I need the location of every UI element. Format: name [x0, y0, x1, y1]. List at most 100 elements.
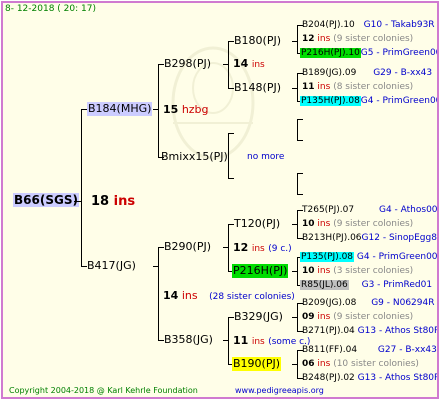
- b298-suffix: ins: [251, 60, 265, 70]
- g4-code: G4 - PrimGreen00: [356, 252, 438, 262]
- g4-row: B209(JG).08 G9 - N06294R: [302, 297, 435, 309]
- b190-suffix: ins: [317, 359, 331, 369]
- g4-code: G29 - B-xx43: [373, 68, 433, 78]
- connector: [228, 178, 234, 179]
- b184-suffix: hzbg: [181, 103, 209, 116]
- g4-row: P135H(PJ).08G4 - PrimGreen00: [300, 95, 437, 107]
- b290-note: (9 c.): [268, 244, 292, 254]
- b298-num: 14: [233, 57, 249, 70]
- connector: [158, 64, 159, 157]
- g4-name: B209(JG).08: [302, 298, 357, 308]
- bmixx-note: no more: [247, 152, 285, 162]
- g4-name: B204(PJ).10: [302, 20, 355, 30]
- g4-code: G9 - N06294R: [371, 298, 435, 308]
- g4-row: B213H(PJ).06G12 - SinopEgg86R: [302, 232, 437, 244]
- root-suffix: ins: [113, 194, 136, 209]
- connector: [223, 64, 229, 65]
- b298-info: 14 ins: [233, 57, 265, 71]
- root-node: B66(SGS): [13, 193, 79, 207]
- connector: [297, 140, 303, 141]
- b290-info: 12 ins (9 c.): [233, 241, 292, 255]
- g4-row: B271(PJ).04 G13 - Athos St80R: [302, 325, 439, 337]
- connector: [228, 133, 229, 179]
- b329-note: (9 sister colonies): [333, 312, 414, 322]
- node-b417: B417(JG): [87, 259, 136, 272]
- node-p216h: P216H(PJ): [232, 264, 289, 278]
- g4-name: R85(JL).06: [300, 280, 349, 290]
- connector: [158, 247, 159, 340]
- g4-name: P135H(PJ).08: [300, 96, 361, 106]
- g4-sister-row: 10 ins (9 sister colonies): [302, 218, 413, 230]
- connector: [297, 173, 298, 195]
- connector: [153, 266, 159, 267]
- node-b180: B180(PJ): [234, 34, 282, 47]
- connector: [228, 317, 229, 365]
- b190-num: 06: [302, 359, 315, 369]
- node-b184: B184(MHG): [87, 102, 153, 116]
- node-b290: B290(PJ): [164, 240, 212, 253]
- g4-row: P135(PJ).08 G4 - PrimGreen00: [300, 251, 438, 263]
- b190-note: (10 sister colonies): [333, 359, 419, 369]
- connector: [292, 364, 298, 365]
- g4-code: G5 - PrimGreen00: [360, 48, 439, 58]
- connector: [223, 340, 229, 341]
- g4-name: B811(FF).04: [302, 345, 358, 355]
- p216-note: (3 sister colonies): [333, 266, 414, 276]
- p216-suffix: ins: [317, 266, 331, 276]
- p216-num: 10: [302, 266, 315, 276]
- g4-name: B189(JG).09: [302, 68, 357, 78]
- connector: [74, 201, 82, 202]
- b184-num: 15: [163, 103, 179, 116]
- b290-suffix: ins: [251, 244, 265, 254]
- b180-note: (9 sister colonies): [333, 34, 414, 44]
- b417-num: 14: [163, 289, 179, 302]
- node-b329: B329(JG): [234, 310, 283, 323]
- root-num-value: 18: [91, 194, 110, 209]
- connector: [297, 119, 298, 141]
- node-bmixx: Bmixx15(PJ): [161, 150, 228, 163]
- connector: [292, 41, 298, 42]
- g4-sister-row: 12 ins (9 sister colonies): [302, 33, 413, 45]
- g4-sister-row: 11 ins (8 sister colonies): [302, 81, 413, 93]
- b358-info: 11 ins (some c.): [233, 334, 310, 348]
- node-b298: B298(PJ): [164, 57, 212, 70]
- g4-code: G27 - B-xx43: [377, 345, 437, 355]
- b358-suffix: ins: [251, 337, 265, 347]
- b290-num: 12: [233, 241, 249, 254]
- b417-info: 14 ins (28 sister colonies): [163, 289, 295, 303]
- connector: [292, 224, 298, 225]
- connector: [81, 109, 82, 267]
- g4-code: G13 - Athos St80R: [357, 373, 439, 383]
- connector: [153, 109, 159, 110]
- connector: [223, 247, 229, 248]
- b329-suffix: ins: [317, 312, 331, 322]
- connector: [292, 317, 298, 318]
- g4-row: B189(JG).09 G29 - B-xx43: [302, 67, 432, 79]
- connector: [297, 25, 298, 54]
- b417-suffix: ins: [181, 289, 198, 302]
- header-date: 8- 12-2018 ( 20: 17): [5, 4, 96, 14]
- g4-code: G10 - Takab93R: [363, 20, 435, 30]
- g4-code: G13 - Athos St80R: [357, 326, 439, 336]
- connector: [297, 119, 303, 120]
- footer-copyright: Copyright 2004-2018 @ Karl Kehrle Founda…: [9, 386, 198, 395]
- b148-note: (8 sister colonies): [333, 82, 414, 92]
- root-num: 18 ins: [91, 195, 135, 209]
- node-t120: T120(PJ): [234, 217, 281, 230]
- g4-row: T265(PJ).07 G4 - Athos00R: [302, 204, 437, 216]
- b180-num: 12: [302, 34, 315, 44]
- g4-name: B213H(PJ).06: [302, 233, 362, 243]
- footer-url[interactable]: www.pedigreeapis.org: [235, 385, 324, 396]
- b180-suffix: ins: [317, 34, 331, 44]
- g4-row: B204(PJ).10 G10 - Takab93R: [302, 19, 435, 31]
- g4-name: B271(PJ).04: [302, 326, 355, 336]
- connector: [292, 88, 298, 89]
- connector: [297, 173, 303, 174]
- b329-num: 09: [302, 312, 315, 322]
- t120-num: 10: [302, 219, 315, 229]
- g4-sister-row: 10 ins (3 sister colonies): [302, 265, 413, 277]
- g4-name: P216H(PJ).10: [300, 48, 361, 58]
- g4-name: T265(PJ).07: [302, 205, 355, 215]
- pedigree-frame: 8- 12-2018 ( 20: 17) B66(SGS) 18 ins B18…: [1, 1, 439, 399]
- g4-row: B248(PJ).02 G13 - Athos St80R: [302, 372, 439, 384]
